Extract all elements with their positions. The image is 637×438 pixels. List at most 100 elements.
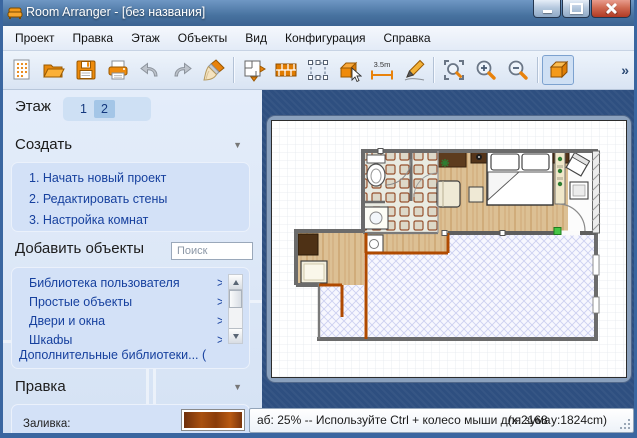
scroll-thumb[interactable]: [229, 290, 242, 308]
toolbar: 3.5m: [0, 51, 637, 90]
walls-button[interactable]: [270, 55, 302, 85]
title-bar[interactable]: Room Arranger - [без названия]: [0, 0, 637, 27]
floor-plan-export-button[interactable]: [238, 55, 270, 85]
menu-help[interactable]: Справка: [375, 28, 440, 48]
bed[interactable]: [487, 151, 553, 205]
plant-cabinet[interactable]: [438, 152, 466, 167]
view-3d-button[interactable]: [542, 55, 574, 85]
menu-floor[interactable]: Этаж: [122, 28, 169, 48]
object-search-input[interactable]: [171, 242, 253, 260]
insert-object-button[interactable]: [334, 55, 366, 85]
chair[interactable]: [570, 182, 588, 199]
library-item[interactable]: Библиотека пользователя>: [21, 274, 222, 293]
save-button[interactable]: [70, 55, 102, 85]
measure-icon: 3.5m: [369, 58, 395, 82]
chevron-right-icon: >: [217, 331, 222, 344]
scroll-down-button[interactable]: [229, 328, 242, 343]
section-edit-title: Правка: [15, 378, 66, 395]
toolbar-overflow-button[interactable]: »: [621, 62, 629, 78]
collapse-edit-icon[interactable]: ▼: [233, 382, 242, 392]
measure-button[interactable]: 3.5m: [366, 55, 398, 85]
save-icon: [74, 58, 98, 82]
menu-edit[interactable]: Правка: [64, 28, 123, 48]
active-handle[interactable]: [554, 228, 561, 235]
resize-grip-icon[interactable]: [620, 419, 630, 429]
redo-button[interactable]: [166, 55, 198, 85]
floor-tab-1[interactable]: 1: [73, 100, 94, 118]
shelf-strip[interactable]: [555, 152, 565, 204]
draw-button[interactable]: [398, 55, 430, 85]
insert-object-icon: [338, 58, 362, 82]
toilet[interactable]: [367, 155, 385, 186]
zoom-out-icon: [506, 58, 530, 82]
paint-button[interactable]: [198, 55, 230, 85]
hatched-wall[interactable]: [592, 151, 600, 233]
floor-plan-export-icon: [242, 58, 266, 82]
toolbar-separator: [537, 57, 539, 83]
menu-bar: Проект Правка Этаж Объекты Вид Конфигура…: [0, 26, 637, 51]
close-button[interactable]: [591, 0, 631, 18]
window-opening[interactable]: [593, 297, 599, 313]
app-couch-icon: [7, 6, 23, 19]
corridor-table[interactable]: [301, 261, 327, 283]
maximize-button[interactable]: [562, 0, 590, 18]
side-table[interactable]: [469, 187, 483, 202]
library-item[interactable]: Двери и окна>: [21, 312, 222, 331]
minimize-icon: [543, 10, 552, 13]
draw-icon: [402, 58, 426, 82]
arrow-up-icon: [233, 280, 239, 285]
create-step-1[interactable]: 1. Начать новый проект: [29, 168, 250, 189]
floor-plan[interactable]: [272, 121, 626, 377]
scroll-up-button[interactable]: [229, 275, 242, 290]
floor-label: Этаж: [15, 98, 51, 115]
close-icon: [606, 3, 617, 14]
zoom-out-button[interactable]: [502, 55, 534, 85]
zoom-in-icon: [474, 58, 498, 82]
zoom-in-button[interactable]: [470, 55, 502, 85]
menu-project[interactable]: Проект: [6, 28, 64, 48]
zoom-fit-button[interactable]: [438, 55, 470, 85]
walls-icon: [274, 58, 298, 82]
chevron-right-icon: >: [217, 293, 222, 312]
corridor-cabinet[interactable]: [298, 234, 318, 255]
status-bar: аб: 25% -- Используйте Ctrl + колесо мыш…: [249, 408, 634, 433]
collapse-create-icon[interactable]: ▼: [233, 140, 242, 150]
window-title: Room Arranger - [без названия]: [26, 5, 205, 19]
maximize-icon: [570, 3, 583, 14]
libraries-scrollbar[interactable]: [228, 274, 243, 344]
undo-icon: [138, 58, 162, 82]
section-create-title: Создать: [15, 136, 72, 153]
libraries-panel: Библиотека пользователя> Простые объекты…: [11, 267, 250, 369]
floor-tab-2[interactable]: 2: [94, 100, 115, 118]
zoom-fit-icon: [442, 58, 466, 82]
fill-color-swatch[interactable]: [181, 409, 245, 431]
minimize-button[interactable]: [533, 0, 561, 18]
print-button[interactable]: [102, 55, 134, 85]
toolbar-separator: [233, 57, 235, 83]
plan-frame: [266, 115, 632, 383]
chevron-right-icon: >: [217, 312, 222, 331]
washer[interactable]: [365, 235, 383, 252]
library-item[interactable]: Простые объекты>: [21, 293, 222, 312]
create-step-2[interactable]: 2. Редактировать стены: [29, 189, 250, 210]
new-project-button[interactable]: [6, 55, 38, 85]
undo-button[interactable]: [134, 55, 166, 85]
fill-label: Заливка:: [23, 418, 70, 430]
menu-configuration[interactable]: Конфигурация: [276, 28, 375, 48]
armchair[interactable]: [437, 181, 460, 207]
libraries-list: Библиотека пользователя> Простые объекты…: [21, 274, 222, 344]
cursor-coordinates: (x:2168 y:1824cm): [508, 413, 607, 427]
section-add-objects-title: Добавить объекты: [15, 240, 144, 257]
sink[interactable]: [364, 207, 388, 229]
menu-view[interactable]: Вид: [236, 28, 276, 48]
library-item[interactable]: Шкафы>: [21, 331, 222, 344]
select-objects-button[interactable]: [302, 55, 334, 85]
create-step-3[interactable]: 3. Настройка комнат: [29, 210, 250, 231]
plan-canvas[interactable]: [272, 121, 626, 377]
arrow-down-icon: [233, 334, 239, 339]
create-panel: 1. Начать новый проект 2. Редактировать …: [11, 162, 250, 232]
menu-objects[interactable]: Объекты: [169, 28, 237, 48]
open-button[interactable]: [38, 55, 70, 85]
more-libraries-link[interactable]: Дополнительные библиотеки... (: [19, 345, 248, 366]
window-opening[interactable]: [593, 255, 599, 275]
